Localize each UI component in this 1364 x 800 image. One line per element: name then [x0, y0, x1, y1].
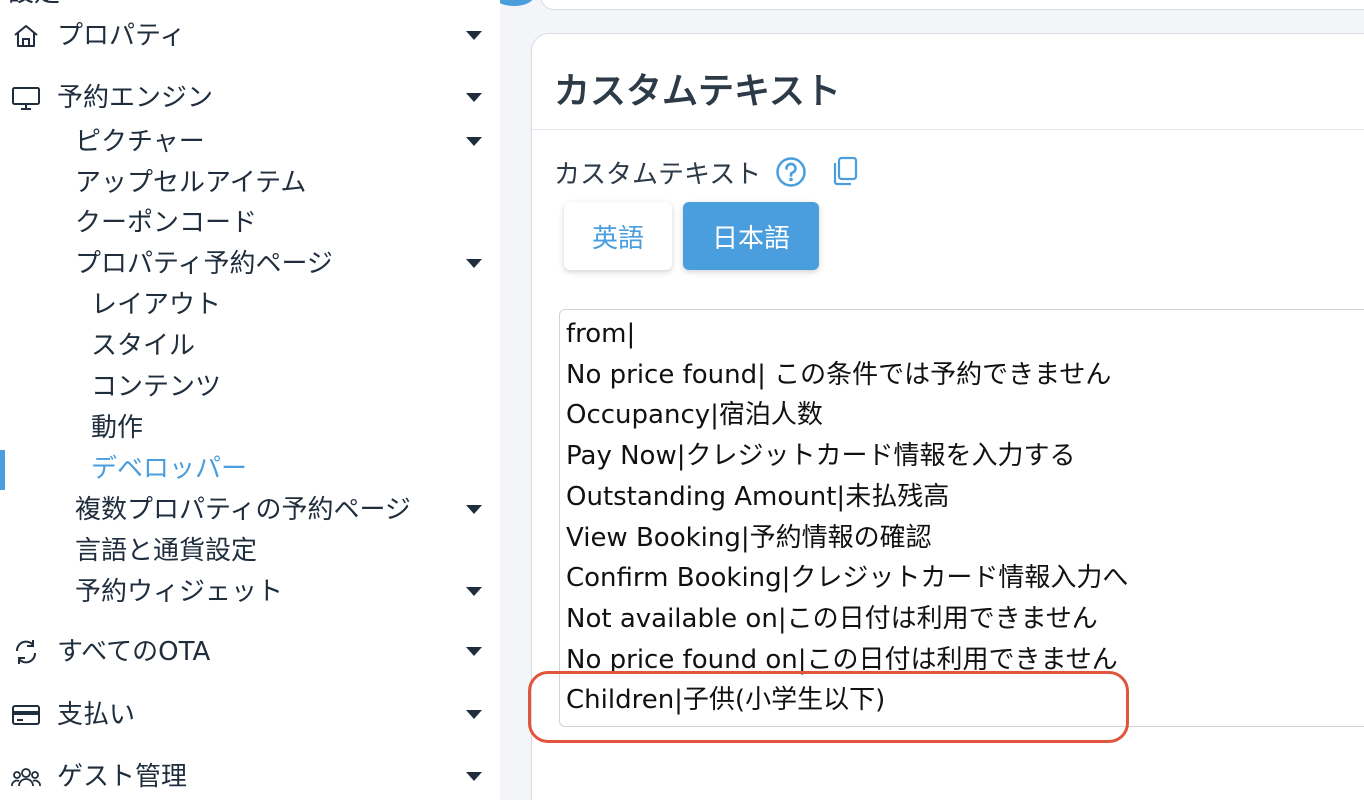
- top-card: [540, 0, 1364, 10]
- sidebar-item-booking-engine[interactable]: 予約エンジン: [0, 78, 500, 118]
- custom-text-textarea[interactable]: from| No price found| この条件では予約できません Occu…: [559, 309, 1364, 727]
- text-line: from|: [566, 319, 636, 349]
- sync-icon: [10, 638, 42, 666]
- sidebar-item-payments[interactable]: 支払い: [0, 695, 500, 735]
- sidebar-item-style[interactable]: スタイル: [0, 326, 500, 366]
- credit-card-icon: [10, 701, 42, 729]
- caret-down-icon: [466, 710, 482, 719]
- text-line: View Booking|予約情報の確認: [566, 522, 932, 553]
- sidebar-item-coupon-codes[interactable]: クーポンコード: [0, 203, 500, 243]
- sidebar-item-label: 複数プロパティの予約ページ: [75, 495, 411, 525]
- sidebar-item-label: 予約エンジン: [57, 83, 214, 113]
- text-line: Occupancy|宿泊人数: [566, 400, 823, 431]
- caret-down-icon: [466, 137, 482, 146]
- sidebar-item-label: 予約ウィジェット: [75, 577, 284, 607]
- sidebar: 設定 プロパティ 予約エンジン ピクチャー アップセルアイテム クーポンコード …: [0, 0, 500, 800]
- caret-down-icon: [466, 505, 482, 514]
- sidebar-item-label: 支払い: [57, 700, 136, 730]
- text-line: Outstanding Amount|未払残高: [566, 481, 950, 512]
- sidebar-item-label: クーポンコード: [75, 208, 258, 238]
- sidebar-item-label: コンテンツ: [91, 372, 222, 402]
- sidebar-item-layout[interactable]: レイアウト: [0, 285, 500, 325]
- sidebar-item-label: ピクチャー: [75, 127, 205, 157]
- sidebar-item-label: アップセルアイテム: [75, 168, 307, 198]
- sidebar-item-label: デベロッパー: [91, 454, 248, 484]
- text-line: Not available on|この日付は利用できません: [566, 603, 1098, 634]
- sidebar-item-label: レイアウト: [91, 290, 222, 320]
- caret-down-icon: [466, 772, 482, 781]
- copy-icon[interactable]: [830, 155, 860, 187]
- text-line: No price found| この条件では予約できません: [566, 359, 1112, 390]
- sidebar-item-label: スタイル: [91, 331, 196, 361]
- field-label: カスタムテキスト: [554, 160, 762, 190]
- caret-down-icon: [466, 93, 482, 102]
- sidebar-item-label: すべてのOTA: [57, 637, 211, 667]
- divider: [532, 129, 1364, 130]
- caret-down-icon: [466, 31, 482, 40]
- lang-button-japanese[interactable]: 日本語: [683, 202, 819, 270]
- text-line: Pay Now|クレジットカード情報を入力する: [566, 441, 1076, 472]
- sidebar-clipped-label: 設定: [8, 0, 60, 9]
- sidebar-item-pictures[interactable]: ピクチャー: [0, 122, 500, 162]
- text-line: Confirm Booking|クレジットカード情報入力へ: [566, 563, 1129, 594]
- users-icon: [10, 763, 42, 791]
- sidebar-item-developer[interactable]: デベロッパー: [0, 449, 500, 489]
- sidebar-item-property[interactable]: プロパティ: [0, 16, 500, 56]
- sidebar-item-upsell-items[interactable]: アップセルアイテム: [0, 163, 500, 203]
- sidebar-item-multi-property-booking-page[interactable]: 複数プロパティの予約ページ: [0, 490, 500, 530]
- sidebar-item-label: プロパティ: [57, 21, 186, 51]
- question-circle-icon[interactable]: [775, 156, 807, 188]
- caret-down-icon: [466, 259, 482, 268]
- sidebar-item-language-currency[interactable]: 言語と通貨設定: [0, 531, 500, 571]
- sidebar-item-behavior[interactable]: 動作: [0, 408, 500, 448]
- sidebar-item-label: ゲスト管理: [57, 762, 188, 792]
- sidebar-item-label: 動作: [91, 413, 144, 443]
- lang-button-english[interactable]: 英語: [564, 202, 672, 270]
- sidebar-item-guest-management[interactable]: ゲスト管理: [0, 757, 500, 797]
- card-title: カスタムテキスト: [554, 71, 841, 112]
- sidebar-item-contents[interactable]: コンテンツ: [0, 367, 500, 407]
- top-indicator: [500, 0, 534, 6]
- monitor-icon: [10, 84, 42, 112]
- caret-down-icon: [466, 587, 482, 596]
- sidebar-item-label: 言語と通貨設定: [75, 536, 258, 566]
- sidebar-item-all-ota[interactable]: すべてのOTA: [0, 632, 500, 672]
- sidebar-item-booking-widget[interactable]: 予約ウィジェット: [0, 572, 500, 612]
- highlight-annotation: [528, 671, 1129, 743]
- sidebar-item-label: プロパティ予約ページ: [75, 249, 333, 279]
- sidebar-item-property-booking-page[interactable]: プロパティ予約ページ: [0, 244, 500, 284]
- caret-down-icon: [466, 647, 482, 656]
- home-icon: [10, 22, 42, 50]
